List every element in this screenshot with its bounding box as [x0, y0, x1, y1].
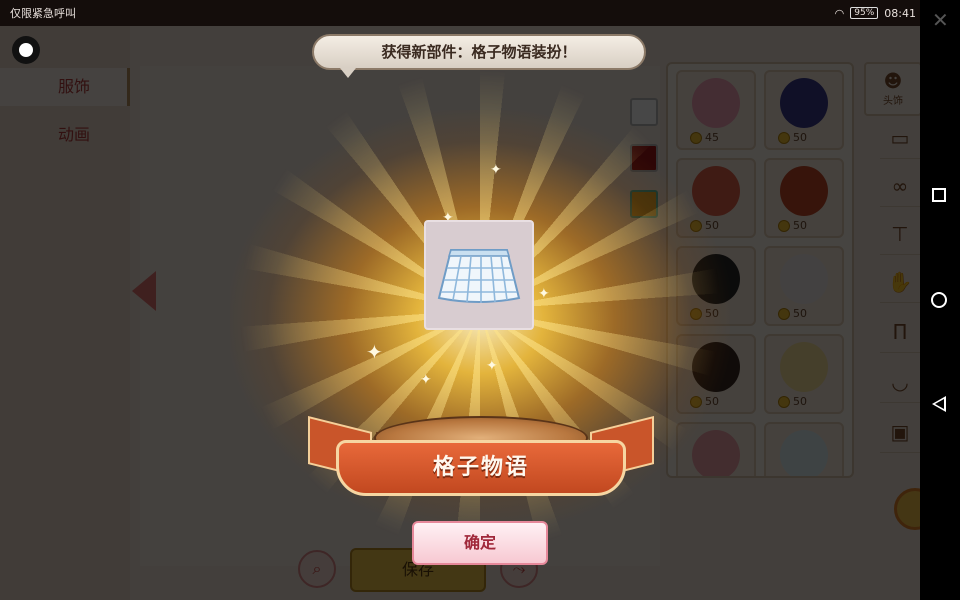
item-name-text: 格子物语	[432, 455, 529, 480]
sparkle-icon: ✦	[490, 162, 502, 178]
close-icon[interactable]: ✕	[932, 8, 949, 32]
confirm-button[interactable]: 确定	[412, 521, 548, 565]
status-right: ◠ 95% 08:41	[835, 7, 916, 20]
home-icon[interactable]	[931, 292, 947, 308]
sparkle-icon: ✦	[538, 286, 550, 302]
status-bar: 仅限紧急呼叫 ◠ 95% 08:41	[0, 0, 960, 26]
battery-text: 95%	[854, 8, 875, 18]
plaid-skirt-icon	[437, 249, 521, 303]
clock: 08:41	[884, 6, 916, 20]
back-icon[interactable]	[932, 396, 946, 412]
sparkle-icon: ✦	[366, 340, 383, 364]
item-name-ribbon: 格子物语	[336, 440, 626, 496]
sparkle-icon: ✦	[486, 358, 498, 374]
system-nav-bar: ✕	[920, 0, 960, 600]
new-item-toast: 获得新部件：格子物语装扮！	[312, 34, 646, 78]
reward-item-card	[424, 220, 534, 330]
battery-indicator: 95%	[850, 7, 879, 19]
sparkle-icon: ✦	[420, 372, 432, 388]
wifi-icon: ◠	[834, 6, 845, 20]
floating-assistive-button[interactable]	[12, 36, 40, 64]
recent-apps-icon[interactable]	[932, 188, 946, 202]
carrier-text: 仅限紧急呼叫	[10, 7, 76, 20]
